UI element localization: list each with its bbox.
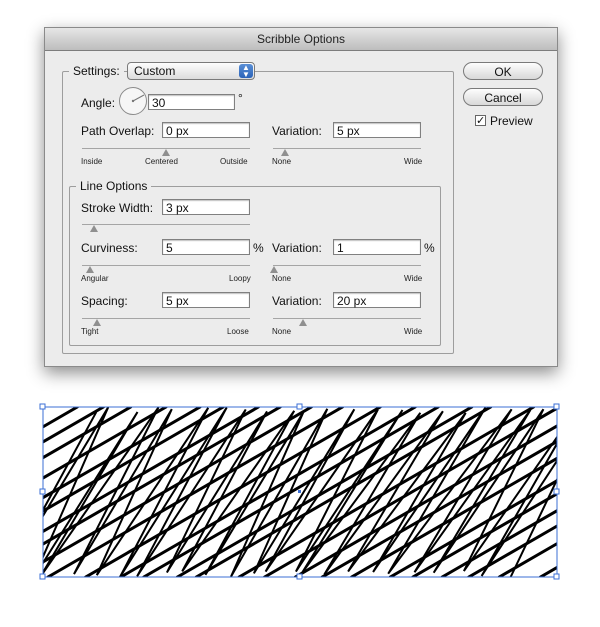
spacing-slider[interactable] (82, 318, 250, 319)
dialog-title: Scribble Options (45, 28, 557, 51)
settings-select-value: Custom (134, 64, 176, 78)
spacing-field[interactable]: 5 px (162, 292, 250, 308)
curviness-tick-loopy: Loopy (229, 274, 251, 283)
ok-button[interactable]: OK (463, 62, 543, 80)
curviness-variation-slider-thumb[interactable] (270, 266, 279, 273)
select-arrows-icon: ▲ ▼ (239, 64, 253, 79)
cancel-button[interactable]: Cancel (463, 88, 543, 106)
spacing-variation-field[interactable]: 20 px (333, 292, 421, 308)
spacing-variation-slider-thumb[interactable] (298, 319, 307, 326)
spacing-variation-tick-wide: Wide (404, 327, 423, 336)
path-overlap-variation-slider-thumb[interactable] (280, 149, 289, 156)
angle-field[interactable]: 30 (148, 94, 235, 110)
curviness-label: Curviness: (81, 241, 138, 255)
handle-top-left[interactable] (39, 403, 46, 410)
curviness-variation-slider[interactable] (273, 265, 421, 266)
spacing-variation-label: Variation: (272, 294, 322, 308)
stroke-width-label: Stroke Width: (81, 201, 154, 215)
preview-checkbox[interactable]: ✓ (475, 115, 486, 127)
settings-select[interactable]: Custom ▲ ▼ (127, 62, 255, 80)
stroke-width-slider-thumb[interactable] (89, 225, 98, 232)
angle-label: Angle: (81, 96, 116, 110)
preview-label: Preview (490, 114, 533, 128)
curviness-variation-tick-wide: Wide (404, 274, 423, 283)
checkmark-icon: ✓ (476, 115, 486, 127)
spacing-label: Spacing: (81, 294, 128, 308)
settings-label: Settings: (69, 64, 124, 78)
selection-center-point (298, 490, 301, 493)
handle-top-center[interactable] (296, 403, 303, 410)
curviness-variation-field[interactable]: 1 (333, 239, 421, 255)
curviness-variation-label: Variation: (272, 241, 322, 255)
path-overlap-tick-outside: Outside (220, 157, 248, 166)
spacing-tick-tight: Tight (81, 327, 99, 336)
spacing-variation-tick-none: None (272, 327, 292, 336)
curviness-variation-unit: % (424, 241, 435, 255)
spacing-slider-thumb[interactable] (93, 319, 102, 326)
handle-bottom-right[interactable] (553, 573, 560, 580)
curviness-field[interactable]: 5 (162, 239, 250, 255)
handle-middle-left[interactable] (39, 488, 46, 495)
curviness-tick-angular: Angular (81, 274, 109, 283)
angle-unit: ° (238, 91, 243, 105)
path-overlap-variation-label: Variation: (272, 124, 322, 138)
curviness-unit: % (253, 241, 264, 255)
path-overlap-variation-tick-wide: Wide (404, 157, 423, 166)
stroke-width-field[interactable]: 3 px (162, 199, 250, 215)
path-overlap-slider-thumb[interactable] (162, 149, 170, 156)
scribble-options-dialog: Scribble Options Settings: Custom ▲ ▼ OK … (44, 27, 558, 367)
curviness-slider[interactable] (82, 265, 250, 266)
line-options-label: Line Options (76, 179, 152, 193)
path-overlap-variation-slider[interactable] (273, 148, 421, 149)
scribble-preview-artwork[interactable] (0, 396, 600, 596)
path-overlap-tick-centered: Centered (145, 157, 178, 166)
path-overlap-label: Path Overlap: (81, 124, 155, 138)
stroke-width-slider[interactable] (82, 224, 250, 225)
path-overlap-field[interactable]: 0 px (162, 122, 250, 138)
curviness-variation-tick-none: None (272, 274, 292, 283)
spacing-variation-slider[interactable] (273, 318, 421, 319)
handle-bottom-left[interactable] (39, 573, 46, 580)
handle-bottom-center[interactable] (296, 573, 303, 580)
path-overlap-tick-inside: Inside (81, 157, 103, 166)
curviness-slider-thumb[interactable] (86, 266, 95, 273)
angle-dial[interactable] (118, 86, 148, 116)
path-overlap-variation-field[interactable]: 5 px (333, 122, 421, 138)
handle-top-right[interactable] (553, 403, 560, 410)
path-overlap-variation-tick-none: None (272, 157, 292, 166)
handle-middle-right[interactable] (553, 488, 560, 495)
spacing-tick-loose: Loose (227, 327, 249, 336)
